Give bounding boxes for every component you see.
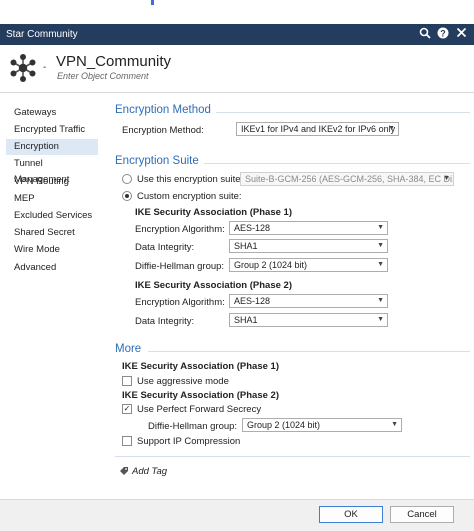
dialog-footer: OK Cancel <box>0 499 474 531</box>
phase1-heading: IKE Security Association (Phase 1) <box>135 207 292 218</box>
phase1-dh-label: Diffie-Hellman group: <box>135 261 225 272</box>
sidebar-item-wire-mode[interactable]: Wire Mode <box>6 242 98 258</box>
phase1-encryption-value: AES-128 <box>234 223 271 233</box>
star-community-icon <box>10 54 36 82</box>
close-icon[interactable] <box>454 27 468 41</box>
pfs-dh-select[interactable]: Group 2 (1024 bit) ▼ <box>242 418 402 432</box>
sidebar-item-vpn-routing[interactable]: VPN Routing <box>6 174 98 190</box>
phase2-encryption-label: Encryption Algorithm: <box>135 297 225 308</box>
encryption-method-heading: Encryption Method <box>115 104 211 116</box>
sidebar-item-encryption[interactable]: Encryption <box>6 139 98 155</box>
phase1-integrity-value: SHA1 <box>234 241 258 251</box>
sidebar: Gateways Encrypted Traffic Encryption Tu… <box>0 94 100 499</box>
phase2-integrity-label: Data Integrity: <box>135 316 195 327</box>
pfs-dh-label: Diffie-Hellman group: <box>148 421 238 432</box>
ip-compression-label: Support IP Compression <box>137 436 241 447</box>
window-title: Star Community <box>6 29 78 40</box>
cancel-button[interactable]: Cancel <box>390 506 454 523</box>
help-icon[interactable]: ? <box>436 27 450 41</box>
phase1-encryption-select[interactable]: AES-128 ▼ <box>229 221 388 235</box>
phase2-encryption-select[interactable]: AES-128 ▼ <box>229 294 388 308</box>
chevron-down-icon: ▼ <box>377 242 384 249</box>
phase2-integrity-value: SHA1 <box>234 315 258 325</box>
more-phase2-heading: IKE Security Association (Phase 2) <box>122 390 279 401</box>
sidebar-item-tunnel-management[interactable]: Tunnel Management <box>6 156 98 185</box>
encryption-method-label: Encryption Method: <box>122 125 204 136</box>
phase2-integrity-select[interactable]: SHA1 ▼ <box>229 313 388 327</box>
add-tag-link[interactable]: Add Tag <box>132 466 167 477</box>
search-icon[interactable] <box>418 27 432 41</box>
encryption-page: Encryption Method Encryption Method: IKE… <box>104 94 474 499</box>
sidebar-item-encrypted-traffic[interactable]: Encrypted Traffic <box>6 122 98 138</box>
section-divider <box>148 351 470 352</box>
ip-compression-checkbox[interactable] <box>122 436 132 446</box>
chevron-down-icon: ▼ <box>377 261 384 268</box>
top-strip <box>0 0 474 24</box>
sidebar-item-excluded-services[interactable]: Excluded Services <box>6 208 98 224</box>
more-heading: More <box>115 343 142 355</box>
chevron-down-icon: ▼ <box>391 421 398 428</box>
encryption-suite-select[interactable]: Suite-B-GCM-256 (AES-GCM-256, SHA-384, E… <box>240 172 454 186</box>
object-name[interactable]: VPN_Community <box>56 53 171 70</box>
aggressive-mode-checkbox[interactable] <box>122 376 132 386</box>
encryption-suite-heading: Encryption Suite <box>115 155 199 167</box>
custom-suite-radio[interactable] <box>122 191 132 201</box>
icon-dropdown-indicator[interactable]: - <box>43 62 46 73</box>
section-divider <box>204 163 470 164</box>
ok-button[interactable]: OK <box>319 506 383 523</box>
object-comment-field[interactable]: Enter Object Comment <box>57 71 149 81</box>
phase2-heading: IKE Security Association (Phase 2) <box>135 280 292 291</box>
pfs-label: Use Perfect Forward Secrecy <box>137 404 262 415</box>
chevron-down-icon: ▼ <box>443 175 450 182</box>
phase1-integrity-label: Data Integrity: <box>135 242 195 253</box>
phase1-encryption-label: Encryption Algorithm: <box>135 224 225 235</box>
phase1-integrity-select[interactable]: SHA1 ▼ <box>229 239 388 253</box>
phase2-encryption-value: AES-128 <box>234 296 271 306</box>
chevron-down-icon: ▼ <box>388 125 395 132</box>
use-suite-radio[interactable] <box>122 174 132 184</box>
phase1-dh-select[interactable]: Group 2 (1024 bit) ▼ <box>229 258 388 272</box>
encryption-method-value: IKEv1 for IPv4 and IKEv2 for IPv6 only <box>241 124 396 134</box>
phase1-dh-value: Group 2 (1024 bit) <box>234 260 308 270</box>
pfs-checkbox[interactable]: ✓ <box>122 404 132 414</box>
tag-icon <box>119 466 129 479</box>
section-divider <box>115 456 470 457</box>
use-suite-label: Use this encryption suite: <box>137 174 244 185</box>
sidebar-item-shared-secret[interactable]: Shared Secret <box>6 225 98 241</box>
chevron-down-icon: ▼ <box>377 297 384 304</box>
aggressive-mode-label: Use aggressive mode <box>137 376 229 387</box>
encryption-suite-value: Suite-B-GCM-256 (AES-GCM-256, SHA-384, E… <box>245 174 454 184</box>
sidebar-item-gateways[interactable]: Gateways <box>6 105 98 121</box>
chevron-down-icon: ▼ <box>377 224 384 231</box>
pfs-dh-value: Group 2 (1024 bit) <box>247 420 321 430</box>
accent-mark <box>151 0 154 5</box>
encryption-method-select[interactable]: IKEv1 for IPv4 and IKEv2 for IPv6 only ▼ <box>236 122 399 136</box>
sidebar-item-mep[interactable]: MEP <box>6 191 98 207</box>
svg-text:?: ? <box>440 28 446 38</box>
sidebar-item-advanced[interactable]: Advanced <box>6 260 98 276</box>
chevron-down-icon: ▼ <box>377 316 384 323</box>
object-header: - VPN_Community Enter Object Comment <box>0 45 474 93</box>
custom-suite-label: Custom encryption suite: <box>137 191 242 202</box>
section-divider <box>216 112 470 113</box>
more-phase1-heading: IKE Security Association (Phase 1) <box>122 361 279 372</box>
window-titlebar: Star Community ? <box>0 24 474 45</box>
